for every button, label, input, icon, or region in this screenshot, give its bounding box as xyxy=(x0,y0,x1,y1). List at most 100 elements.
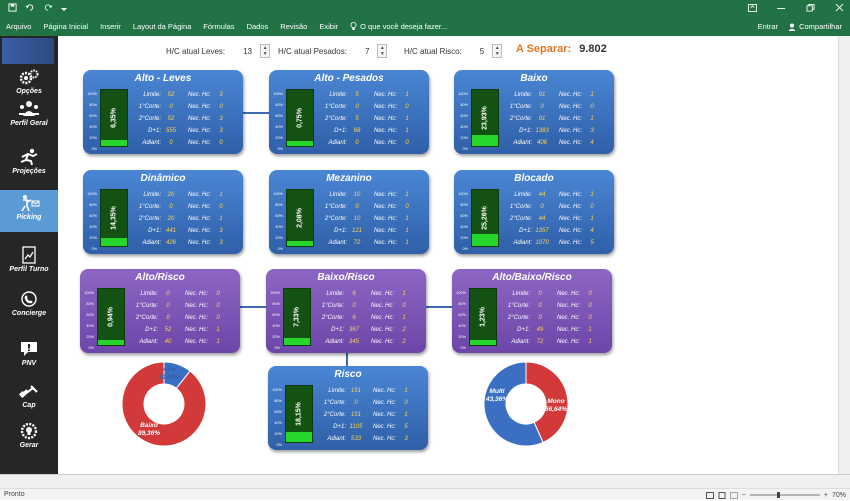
nec-hc-label: Nec. Hc: xyxy=(184,339,208,345)
axis-tick: 40% xyxy=(89,125,97,129)
nec-hc-label: Nec. Hc: xyxy=(556,303,580,309)
page-layout-icon[interactable] xyxy=(718,491,726,499)
metric-label: 1°Corte: xyxy=(324,104,347,110)
nec-hc-value: 0 xyxy=(405,140,409,146)
gauge-percent: 6,35% xyxy=(110,108,118,128)
metric-row: D+1: 367 Nec. Hc: 2 xyxy=(314,324,424,336)
metric-row: 1°Corte: 0 Nec. Hc: 0 xyxy=(317,101,427,113)
card-title: Alto - Pesados xyxy=(314,73,384,84)
undo-icon[interactable] xyxy=(25,3,35,14)
page-break-icon[interactable] xyxy=(729,491,738,499)
share-button[interactable]: Compartilhar xyxy=(784,20,846,33)
close-icon[interactable] xyxy=(835,3,844,14)
customize-icon[interactable] xyxy=(61,4,67,14)
nec-hc-value: 1 xyxy=(405,128,409,134)
metric-value: 0 xyxy=(166,303,170,309)
gauge-fill xyxy=(284,338,310,345)
axis-tick: 80% xyxy=(89,203,97,207)
metric-label: D+1: xyxy=(148,228,161,234)
sidebar-item-label: Concierge xyxy=(11,310,47,317)
gauge-fill xyxy=(287,141,313,146)
normal-view-icon[interactable] xyxy=(705,491,714,499)
nec-hc-label: Nec. Hc: xyxy=(372,424,396,430)
sidebar-item-label: Opções xyxy=(16,88,42,95)
tab-inserir[interactable]: Inserir xyxy=(94,22,127,31)
save-icon[interactable] xyxy=(8,3,17,14)
nec-hc-label: Nec. Hc: xyxy=(558,128,582,134)
hc-leves-spinner[interactable]: ▲ ▼ xyxy=(260,44,271,58)
nec-hc-value: 0 xyxy=(219,140,223,146)
sidebar-item-gerar[interactable]: Gerar xyxy=(0,422,58,449)
card-title: Baixo/Risco xyxy=(317,272,375,283)
nec-hc-label: Nec. Hc: xyxy=(373,204,397,210)
metric-rows: Limite: 0 Nec. Hc: 0 1°Corte: 0 Nec. Hc: 0 2°Cor… xyxy=(500,288,610,348)
metric-rows: Limite: 151 Nec. Hc: 1 1°Corte: 0 Nec. Hc: 0 2°C… xyxy=(316,385,426,445)
progress-gauge: 14,35% xyxy=(100,189,128,247)
metric-value: 40 xyxy=(164,339,172,345)
sector-card: Risco 100% 80% 60% 40% 20% 0% 18,15% Limite: 151 N… xyxy=(268,366,428,450)
metric-label: Adiant: xyxy=(142,240,161,246)
card-title: Alto - Leves xyxy=(134,73,192,84)
nec-hc-label: Nec. Hc: xyxy=(556,327,580,333)
gauge-percent: 0,75% xyxy=(296,108,304,128)
sidebar-item-opcoes[interactable]: Opções xyxy=(0,68,58,95)
metric-rows: Limite: 10 Nec. Hc: 1 1°Corte: 0 Nec. Hc: 0 2°Co… xyxy=(317,189,427,249)
sidebar-item-perfil-turno[interactable]: Perfil Turno xyxy=(0,246,58,273)
gauge-percent: 23,93% xyxy=(481,106,489,130)
tab-revisao[interactable]: Revisão xyxy=(274,22,313,31)
nec-hc-label: Nec. Hc: xyxy=(373,92,397,98)
redo-icon[interactable] xyxy=(43,3,53,14)
axis-tick: 0% xyxy=(91,247,98,251)
restore-icon[interactable] xyxy=(806,3,815,14)
sidebar-item-concierge[interactable]: Concierge xyxy=(0,290,58,317)
metric-value: 1070 xyxy=(535,240,549,246)
metric-label: 2°Corte: xyxy=(324,116,347,122)
tab-arquivo[interactable]: Arquivo xyxy=(0,22,37,31)
nec-hc-label: Nec. Hc: xyxy=(187,204,211,210)
tab-dados[interactable]: Dados xyxy=(241,22,275,31)
vertical-scrollbar[interactable] xyxy=(838,36,850,474)
nec-hc-label: Nec. Hc: xyxy=(187,92,211,98)
nec-hc-value: 0 xyxy=(402,303,406,309)
sidebar-item-label: PNV xyxy=(21,360,37,367)
sidebar-item-pnv[interactable]: PNV xyxy=(0,340,58,367)
metric-row: 1°Corte: 0 Nec. Hc: 0 xyxy=(317,201,427,213)
metric-value: 0 xyxy=(538,315,542,321)
axis-tick: 60% xyxy=(272,313,280,317)
connector-line xyxy=(426,306,454,308)
metric-row: Limite: 0 Nec. Hc: 0 xyxy=(500,288,610,300)
metric-value: 0 xyxy=(538,291,542,297)
gauge-percent: 0,94% xyxy=(107,307,115,327)
hc-pesados-spinner[interactable]: ▲ ▼ xyxy=(377,44,388,58)
metric-value: 20 xyxy=(167,192,175,198)
metric-row: Adiant: 40 Nec. Hc: 1 xyxy=(128,336,238,348)
zoom-out-button[interactable]: − xyxy=(742,492,746,499)
signin-link[interactable]: Entrar xyxy=(758,22,778,31)
sidebar-item-perfil-geral[interactable]: Perfil Geral xyxy=(0,100,58,127)
nec-hc-value: 0 xyxy=(405,204,409,210)
metric-row: Adiant: 1070 Nec. Hc: 5 xyxy=(502,237,612,249)
axis-tick: 40% xyxy=(272,324,280,328)
tab-layout-pagina[interactable]: Layout da Página xyxy=(127,22,197,31)
tell-me-box[interactable]: O que você deseja fazer... xyxy=(344,22,447,31)
metric-label: 1°Corte: xyxy=(324,204,347,210)
zoom-slider[interactable] xyxy=(749,492,820,498)
sidebar-item-cap[interactable]: Cap xyxy=(0,382,58,409)
hc-risco-spinner[interactable]: ▲ ▼ xyxy=(492,44,503,58)
ribbon-options-icon[interactable] xyxy=(748,3,757,14)
gauge-percent: 14,35% xyxy=(110,206,118,230)
tab-pagina-inicial[interactable]: Página Inicial xyxy=(37,22,94,31)
metric-label: D+1: xyxy=(334,228,347,234)
metric-value: 6 xyxy=(352,291,356,297)
axis-tick: 20% xyxy=(460,136,468,140)
hc-pesados-value: 7 xyxy=(364,46,370,56)
nec-hc-label: Nec. Hc: xyxy=(370,339,394,345)
metric-row: D+1: 441 Nec. Hc: 3 xyxy=(131,225,241,237)
tab-exibir[interactable]: Exibir xyxy=(313,22,344,31)
nec-hc-value: 3 xyxy=(590,128,594,134)
zoom-in-button[interactable]: + xyxy=(824,492,828,499)
tab-formulas[interactable]: Fórmulas xyxy=(197,22,240,31)
sidebar-item-picking[interactable]: Picking xyxy=(0,190,58,232)
minimize-icon[interactable] xyxy=(777,4,786,14)
sidebar-item-projecoes[interactable]: Projeções xyxy=(0,148,58,175)
